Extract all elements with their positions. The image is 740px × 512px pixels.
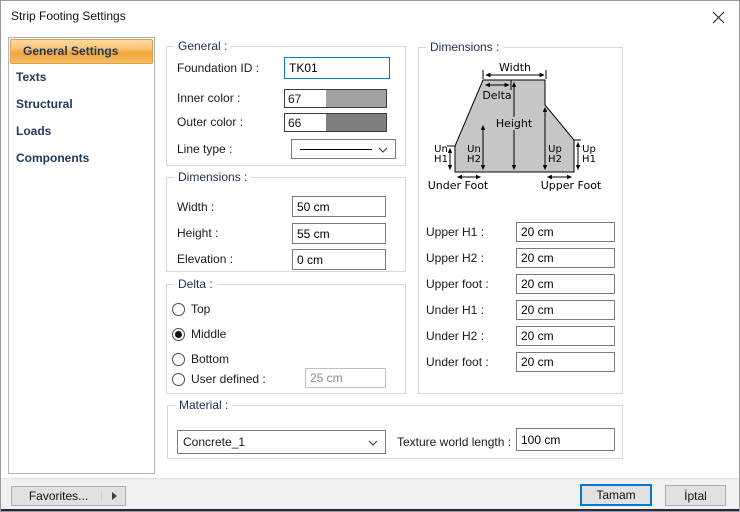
inner-color-swatch — [326, 90, 386, 107]
upper-h1-input[interactable] — [516, 222, 615, 242]
material-select-value: Concrete_1 — [183, 435, 246, 449]
outer-color-value: 66 — [285, 114, 326, 131]
footing-diagram: Width Delta Height Un H2 Un H1 Up H2 Up … — [428, 61, 602, 192]
nav-item-structural[interactable]: Structural — [9, 91, 154, 118]
cancel-button-label: İptal — [684, 488, 707, 503]
diagram-un-h1-label-2: H1 — [434, 154, 448, 165]
radio-bottom[interactable] — [172, 352, 185, 366]
line-type-label: Line type : — [177, 142, 233, 156]
inner-color-value: 67 — [285, 90, 326, 107]
delta-option-user-defined[interactable]: User defined : — [172, 372, 266, 386]
general-group: General : Foundation ID : Inner color : … — [166, 39, 406, 166]
upper-foot-input[interactable] — [516, 274, 615, 294]
nav-item-texts[interactable]: Texts — [9, 64, 154, 91]
diagram-up-h2-label-2: H2 — [548, 154, 562, 165]
general-group-title: General : — [174, 39, 232, 53]
diagram-up-h1-label-2: H1 — [582, 154, 596, 165]
close-button[interactable] — [703, 5, 733, 29]
upper-h2-label: Upper H2 : — [426, 251, 485, 265]
diagram-width-label: Width — [499, 61, 531, 74]
diagram-upper-foot-label: Upper Foot — [541, 179, 602, 192]
under-foot-label: Under foot : — [426, 355, 489, 369]
solid-line-glyph — [300, 149, 372, 150]
delta-option-top-label: Top — [191, 302, 211, 316]
inner-color-field[interactable]: 67 — [284, 89, 387, 108]
close-icon — [712, 11, 724, 23]
ok-button[interactable]: Tamam — [580, 484, 652, 506]
footing-dimensions-group-title: Dimensions : — [426, 40, 504, 54]
window-bottom-border — [1, 509, 739, 511]
width-label: Width : — [177, 200, 215, 214]
upper-h2-input[interactable] — [516, 248, 615, 268]
strip-footing-settings-dialog: Strip Footing Settings General Settings … — [0, 0, 740, 512]
radio-user-defined[interactable] — [172, 372, 185, 386]
width-input[interactable] — [292, 196, 386, 217]
user-defined-input[interactable] — [305, 368, 386, 388]
material-select[interactable]: Concrete_1 — [177, 430, 386, 454]
delta-group-title: Delta : — [174, 277, 217, 291]
dialog-footer: Favorites... Tamam İptal — [1, 478, 739, 509]
height-input[interactable] — [292, 223, 386, 244]
foundation-id-label: Foundation ID : — [177, 61, 260, 75]
dimensions-group: Dimensions : Width : Height : Elevation … — [166, 170, 406, 272]
footing-dimensions-group: Dimensions : Width Delta Height Un H2 Un… — [418, 40, 623, 394]
dimensions-group-title: Dimensions : — [174, 170, 252, 184]
line-type-select[interactable] — [291, 139, 396, 159]
diagram-height-label: Height — [496, 117, 533, 130]
under-h1-label: Under H1 : — [426, 303, 485, 317]
elevation-label: Elevation : — [177, 252, 234, 266]
nav-item-components[interactable]: Components — [9, 145, 154, 172]
nav-item-loads[interactable]: Loads — [9, 118, 154, 145]
favorites-button[interactable]: Favorites... — [11, 486, 126, 506]
elevation-input[interactable] — [292, 249, 386, 270]
outer-color-swatch — [326, 114, 386, 131]
settings-nav: General Settings Texts Structural Loads … — [8, 37, 155, 474]
delta-option-bottom-label: Bottom — [191, 352, 230, 366]
material-group: Material : Concrete_1 Texture world leng… — [167, 398, 623, 459]
texture-world-length-label: Texture world length : — [397, 435, 512, 449]
menu-arrow-icon — [112, 492, 117, 500]
chevron-down-icon — [378, 142, 388, 156]
outer-color-field[interactable]: 66 — [284, 113, 387, 132]
diagram-under-foot-label: Under Foot — [428, 179, 489, 192]
delta-option-top[interactable]: Top — [172, 302, 210, 316]
upper-h1-label: Upper H1 : — [426, 225, 485, 239]
delta-option-bottom[interactable]: Bottom — [172, 352, 229, 366]
delta-option-middle-label: Middle — [191, 327, 227, 341]
under-h2-label: Under H2 : — [426, 329, 485, 343]
radio-middle[interactable] — [172, 327, 185, 341]
texture-world-length-input[interactable] — [516, 428, 615, 451]
outer-color-label: Outer color : — [177, 115, 244, 129]
ok-button-label: Tamam — [596, 488, 636, 502]
window-title: Strip Footing Settings — [11, 9, 126, 23]
height-label: Height : — [177, 226, 219, 240]
chevron-down-icon — [368, 435, 378, 449]
under-foot-input[interactable] — [516, 352, 615, 372]
upper-foot-label: Upper foot : — [426, 277, 489, 291]
delta-option-middle[interactable]: Middle — [172, 327, 226, 341]
delta-option-user-defined-label: User defined : — [191, 372, 266, 386]
material-group-title: Material : — [175, 398, 233, 412]
favorites-button-label: Favorites... — [28, 489, 89, 503]
favorites-separator — [101, 490, 102, 502]
inner-color-label: Inner color : — [177, 91, 241, 105]
radio-top[interactable] — [172, 302, 185, 316]
diagram-un-h2-label-2: H2 — [467, 154, 481, 165]
diagram-delta-label: Delta — [482, 89, 511, 102]
foundation-id-input[interactable] — [284, 57, 390, 79]
under-h1-input[interactable] — [516, 300, 615, 320]
cancel-button[interactable]: İptal — [665, 485, 726, 506]
under-h2-input[interactable] — [516, 326, 615, 346]
nav-item-general-settings[interactable]: General Settings — [10, 39, 153, 64]
delta-group: Delta : Top Middle Bottom User defined : — [166, 277, 406, 394]
